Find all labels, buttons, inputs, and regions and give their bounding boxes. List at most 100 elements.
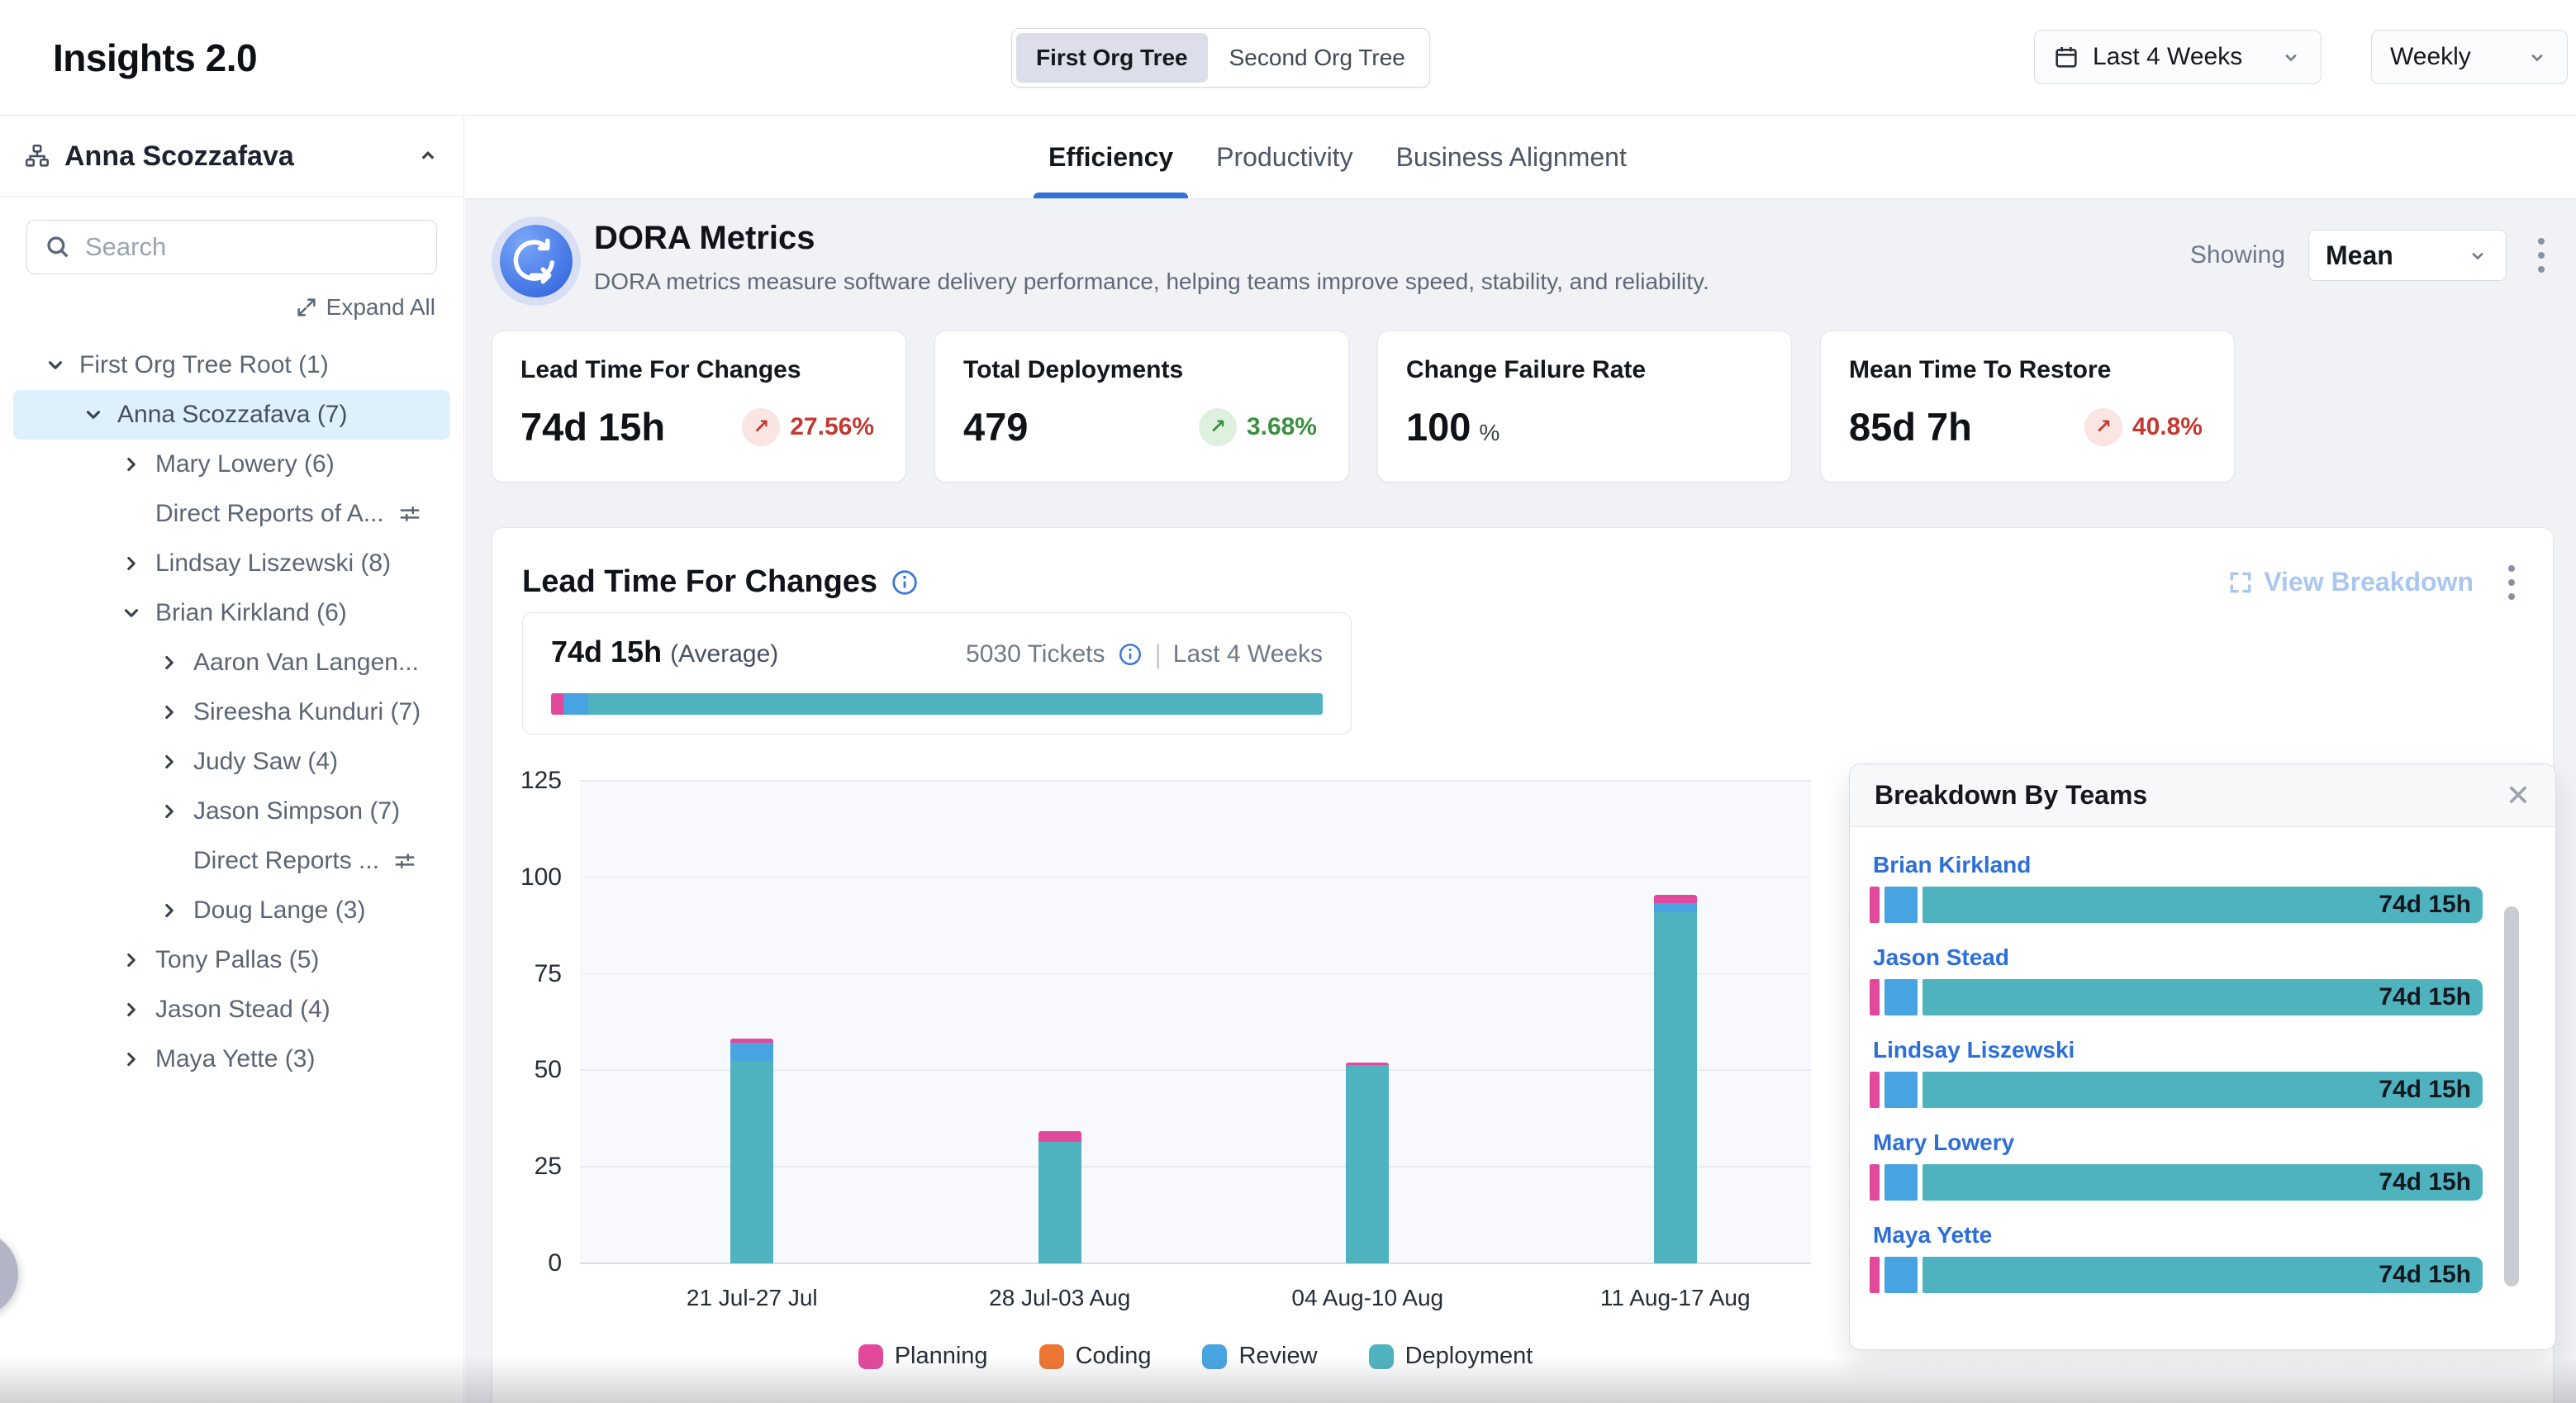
chevron-right-icon[interactable] xyxy=(121,1049,142,1070)
breakdown-row: Mary Lowery 74d 15h xyxy=(1870,1130,2506,1201)
tree-item[interactable]: Mary Lowery (6) xyxy=(13,440,450,489)
chevron-right-icon[interactable] xyxy=(159,801,180,822)
tree-item[interactable]: Doug Lange (3) xyxy=(13,886,450,935)
granularity-value: Weekly xyxy=(2390,43,2471,71)
legend-item-coding[interactable]: Coding xyxy=(1039,1343,1152,1370)
filter-sliders-icon[interactable] xyxy=(392,849,417,873)
chevron-right-icon[interactable] xyxy=(159,751,180,773)
granularity-select[interactable]: Weekly xyxy=(2371,30,2568,84)
chevron-right-icon[interactable] xyxy=(159,652,180,673)
tree-item[interactable]: Direct Reports of A... xyxy=(13,489,450,539)
tree-item-label: Doug Lange (3) xyxy=(193,896,365,925)
showing-select[interactable]: Mean xyxy=(2308,230,2507,281)
tree-item[interactable]: Aaron Van Langen... xyxy=(13,638,450,687)
scrollbar-thumb[interactable] xyxy=(2504,906,2519,1286)
collapse-tree-icon[interactable] xyxy=(416,144,440,169)
breakdown-team-link[interactable]: Mary Lowery xyxy=(1873,1130,2014,1156)
gridline xyxy=(580,877,1811,878)
tree-item[interactable]: Tony Pallas (5) xyxy=(13,935,450,985)
tree-item[interactable]: Judy Saw (4) xyxy=(13,737,450,787)
sidebar-user-name: Anna Scozzafava xyxy=(64,140,294,173)
info-icon[interactable] xyxy=(1118,642,1143,667)
bar-segment-review xyxy=(1884,979,1918,1015)
legend-item-review[interactable]: Review xyxy=(1202,1343,1317,1370)
breakdown-team-link[interactable]: Jason Stead xyxy=(1873,944,2009,971)
breakdown-bar: 74d 15h xyxy=(1870,1164,2483,1201)
chevron-right-icon[interactable] xyxy=(121,949,142,971)
period-label: Last 4 Weeks xyxy=(1173,640,1323,668)
chevron-down-icon[interactable] xyxy=(83,404,104,426)
search-input[interactable] xyxy=(85,232,420,262)
chevron-right-icon[interactable] xyxy=(121,553,142,574)
expand-corners-icon xyxy=(2227,569,2254,596)
tree-item[interactable]: Maya Yette (3) xyxy=(13,1034,450,1084)
chevron-right-icon[interactable] xyxy=(159,900,180,921)
chevron-right-icon[interactable] xyxy=(159,702,180,723)
breakdown-team-link[interactable]: Brian Kirkland xyxy=(1873,852,2031,878)
view-breakdown-button[interactable]: View Breakdown xyxy=(2227,567,2474,597)
tree-item[interactable]: Anna Scozzafava (7) xyxy=(13,390,450,440)
expand-all-icon xyxy=(295,296,318,319)
chevron-right-icon[interactable] xyxy=(121,999,142,1020)
breakdown-team-link[interactable]: Maya Yette xyxy=(1873,1222,1992,1248)
tree-item[interactable]: Sireesha Kunduri (7) xyxy=(13,687,450,737)
tickets-count: 5030 Tickets xyxy=(966,640,1105,668)
breakdown-value: 74d 15h xyxy=(2379,1261,2471,1289)
tree-item[interactable]: Lindsay Liszewski (8) xyxy=(13,539,450,588)
tab-efficiency[interactable]: Efficiency xyxy=(1048,117,1173,198)
info-icon[interactable] xyxy=(891,568,919,597)
tree-item-label: Judy Saw (4) xyxy=(193,748,338,776)
toggle-second-org-tree[interactable]: Second Org Tree xyxy=(1210,33,1425,83)
dora-metrics-icon xyxy=(500,225,573,297)
dora-text: DORA Metrics DORA metrics measure softwa… xyxy=(594,220,1709,295)
average-meta: 5030 Tickets | Last 4 Weeks xyxy=(966,640,1323,670)
legend-swatch xyxy=(1039,1344,1064,1369)
legend-item-deployment[interactable]: Deployment xyxy=(1369,1343,1533,1370)
trend-badge: ↗40.8% xyxy=(2084,408,2203,446)
metric-card: Change Failure Rate100% xyxy=(1377,331,1792,483)
y-axis: 0255075100125 xyxy=(492,781,562,1263)
bar-segment-deployment xyxy=(1038,1142,1081,1263)
chevron-down-icon[interactable] xyxy=(45,354,66,376)
average-summary: 74d 15h (Average) 5030 Tickets | Last 4 … xyxy=(522,612,1352,735)
lead-time-kebab-icon[interactable] xyxy=(2500,558,2523,606)
tree-item-label: Lindsay Liszewski (8) xyxy=(155,549,391,578)
bar-segment-planning xyxy=(1870,1072,1880,1108)
bar-segment-deployment: 74d 15h xyxy=(1922,887,2483,923)
legend-label: Deployment xyxy=(1405,1343,1533,1370)
chevron-down-icon[interactable] xyxy=(121,602,142,624)
chart-plot xyxy=(580,781,1811,1263)
breakdown-value: 74d 15h xyxy=(2379,1076,2471,1104)
date-range-select[interactable]: Last 4 Weeks xyxy=(2034,30,2322,84)
tree-item[interactable]: Direct Reports ... xyxy=(13,836,450,886)
main-tabs: Efficiency Productivity Business Alignme… xyxy=(465,117,2576,199)
breakdown-value: 74d 15h xyxy=(2379,891,2471,919)
tree-item[interactable]: Jason Stead (4) xyxy=(13,985,450,1034)
tree-item[interactable]: Brian Kirkland (6) xyxy=(13,588,450,638)
toggle-first-org-tree[interactable]: First Org Tree xyxy=(1016,33,1208,83)
breakdown-row: Maya Yette 74d 15h xyxy=(1870,1222,2506,1293)
tree-item-label: Direct Reports of A... xyxy=(155,500,384,528)
chevron-right-icon[interactable] xyxy=(121,454,142,475)
tree-item[interactable]: First Org Tree Root (1) xyxy=(13,340,450,390)
x-tick-label: 21 Jul-27 Jul xyxy=(687,1285,818,1311)
tab-business-alignment[interactable]: Business Alignment xyxy=(1396,117,1627,198)
chevron-down-icon xyxy=(2466,244,2489,267)
dora-menu-kebab-icon[interactable] xyxy=(2530,231,2553,280)
tree-item-label: Sireesha Kunduri (7) xyxy=(193,698,421,726)
close-icon[interactable]: ✕ xyxy=(2506,781,2531,811)
tree-item[interactable]: Jason Simpson (7) xyxy=(13,787,450,836)
showing-value: Mean xyxy=(2326,240,2393,271)
org-chart-icon xyxy=(23,142,51,170)
expand-all-button[interactable]: Expand All xyxy=(0,294,463,321)
breakdown-value: 74d 15h xyxy=(2379,983,2471,1011)
breakdown-team-link[interactable]: Lindsay Liszewski xyxy=(1873,1037,2075,1063)
tab-productivity[interactable]: Productivity xyxy=(1216,117,1352,198)
dora-subtitle: DORA metrics measure software delivery p… xyxy=(594,269,1709,295)
tree-item-label: Brian Kirkland (6) xyxy=(155,599,347,627)
filter-sliders-icon[interactable] xyxy=(397,502,422,526)
x-tick-label: 11 Aug-17 Aug xyxy=(1600,1285,1751,1311)
bar-segment-deployment: 74d 15h xyxy=(1922,1164,2483,1201)
y-tick-label: 50 xyxy=(535,1056,562,1084)
legend-item-planning[interactable]: Planning xyxy=(858,1343,988,1370)
